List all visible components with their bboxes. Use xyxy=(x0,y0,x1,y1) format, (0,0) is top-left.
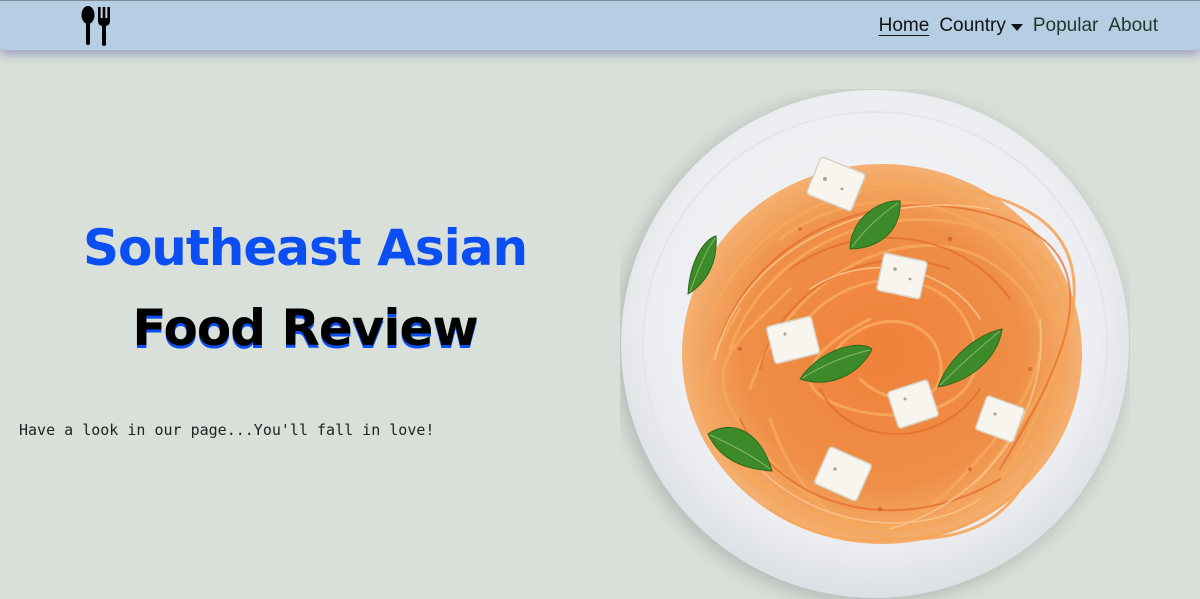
spaghetti-plate-image xyxy=(621,90,1129,598)
nav-popular-link[interactable]: Popular xyxy=(1033,15,1099,37)
hero-title-line2: Food Review xyxy=(132,299,478,357)
nav-country-label: Country xyxy=(939,15,1006,36)
nav-home-link[interactable]: Home xyxy=(879,15,930,37)
nav-links: Home Country Popular About xyxy=(879,15,1158,37)
nav-about-link[interactable]: About xyxy=(1108,15,1158,37)
navbar: Home Country Popular About xyxy=(0,0,1200,50)
hero-tagline: Have a look in our page...You'll fall in… xyxy=(19,421,435,439)
hero-title-line1: Southeast Asian xyxy=(82,219,528,277)
spoon-fork-icon[interactable] xyxy=(78,5,114,47)
nav-country-dropdown[interactable]: Country xyxy=(939,15,1023,37)
hero-title: Southeast Asian Food Review xyxy=(0,208,610,368)
caret-down-icon xyxy=(1010,23,1023,31)
